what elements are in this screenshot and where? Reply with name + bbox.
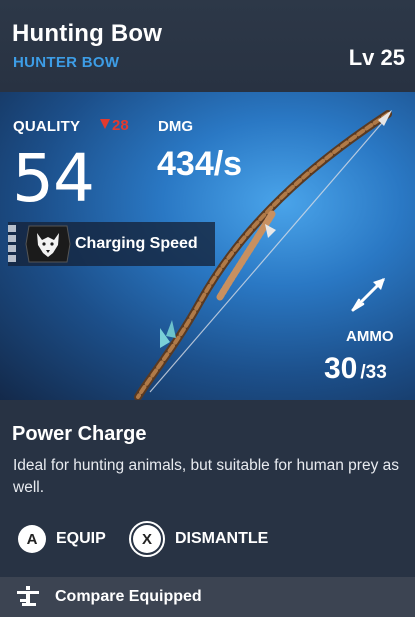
item-name: Hunting Bow: [12, 20, 163, 47]
ammo-count: 30/33: [324, 352, 387, 386]
perk-pip: [8, 235, 16, 242]
item-header: Hunting Bow HUNTER BOW Lv 25: [0, 0, 415, 92]
dismantle-label: DISMANTLE: [175, 530, 269, 547]
perk-label: Charging Speed: [75, 235, 198, 252]
dmg-label: DMG: [158, 118, 193, 135]
quality-value: 54: [12, 140, 95, 217]
perk-badge: Charging Speed: [8, 222, 215, 266]
ability-name: Power Charge: [12, 423, 147, 445]
x-button-glyph: X: [133, 525, 161, 553]
perk-tier-pips: [8, 225, 18, 265]
a-button-icon: A: [18, 525, 46, 553]
compare-equipped-button[interactable]: Compare Equipped: [0, 577, 415, 617]
item-type: HUNTER BOW: [13, 54, 120, 71]
perk-pip: [8, 245, 16, 252]
quality-delta-value: 28: [112, 117, 129, 134]
dismantle-button[interactable]: X DISMANTLE: [129, 521, 269, 557]
ammo-label: AMMO: [346, 328, 394, 345]
equip-button[interactable]: A EQUIP: [18, 522, 106, 556]
compare-icon: [17, 586, 39, 606]
perk-pip: [8, 255, 16, 262]
dmg-value: 434/s: [157, 145, 243, 183]
x-button-icon: X: [129, 521, 165, 557]
item-card: Hunting Bow HUNTER BOW Lv 25 QUALITY 28 …: [0, 0, 415, 617]
ammo-current: 30: [324, 352, 358, 385]
down-arrow-icon: [100, 119, 110, 129]
perk-pip: [8, 225, 16, 232]
item-level: Lv 25: [348, 45, 405, 70]
quality-label: QUALITY: [13, 118, 81, 135]
ammo-max: /33: [360, 362, 387, 383]
quality-delta: 28: [100, 117, 129, 134]
arrow-icon: [351, 278, 385, 312]
wolf-emblem-icon: [25, 225, 71, 263]
compare-label: Compare Equipped: [55, 588, 202, 605]
equip-label: EQUIP: [56, 530, 106, 547]
ability-description: Ideal for hunting animals, but suitable …: [13, 457, 400, 496]
